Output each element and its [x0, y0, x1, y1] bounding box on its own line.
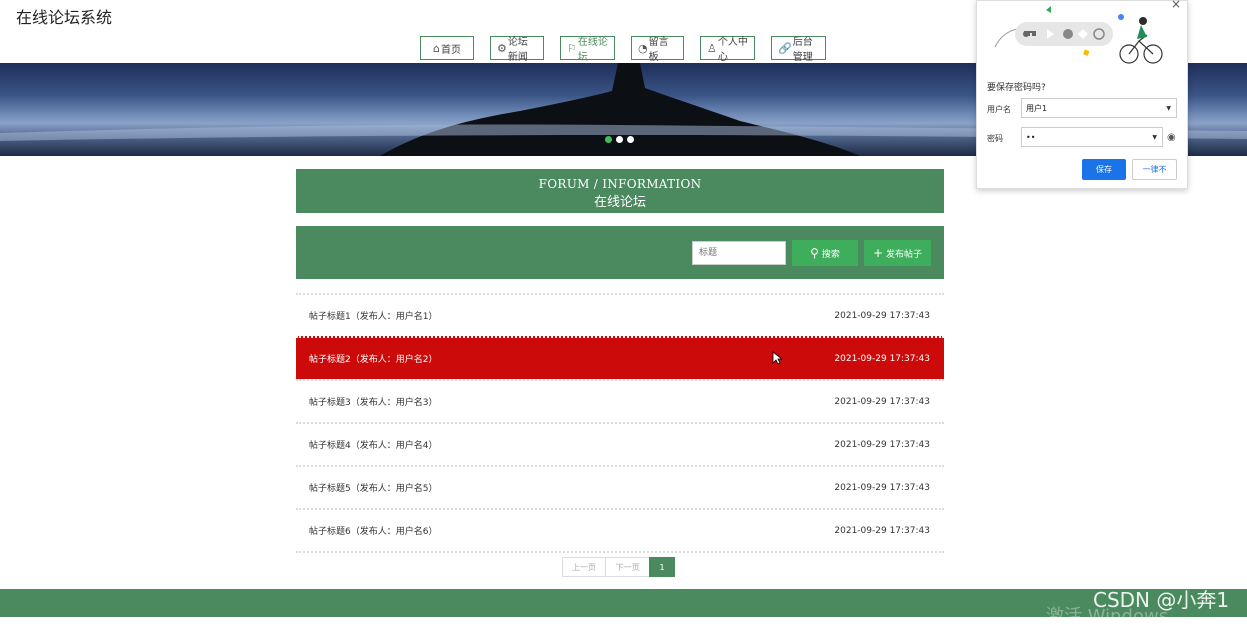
next-page-button[interactable]: 下一页	[605, 557, 650, 577]
caret-down-icon: ▼	[1166, 104, 1171, 112]
section-title-en: FORUM / INFORMATION	[538, 177, 702, 191]
plus-icon: +	[872, 246, 884, 260]
section-header: FORUM / INFORMATION 在线论坛	[296, 169, 944, 213]
list-divider	[296, 551, 944, 553]
post-title[interactable]: 帖子标题5（发布人：用户名5）	[309, 481, 437, 494]
search-button[interactable]: ⚲ 搜索	[792, 240, 858, 266]
link-icon: 🔗	[778, 41, 792, 55]
post-row[interactable]: 帖子标题3（发布人：用户名3） 2021-09-29 17:37:43	[296, 379, 944, 422]
publish-post-label: 发布帖子	[886, 249, 923, 260]
nav-item-label: 在线论坛	[577, 37, 608, 63]
csdn-watermark: CSDN @小奔1	[1093, 588, 1230, 612]
title-search-input[interactable]	[692, 241, 786, 265]
caret-down-icon: ▼	[1152, 133, 1157, 141]
post-title[interactable]: 帖子标题4（发布人：用户名4）	[309, 438, 437, 451]
post-row[interactable]: 帖子标题4（发布人：用户名4） 2021-09-29 17:37:43	[296, 422, 944, 465]
post-row[interactable]: 帖子标题1（发布人：用户名1） 2021-09-29 17:37:43	[296, 293, 944, 336]
post-list: 帖子标题1（发布人：用户名1） 2021-09-29 17:37:43 帖子标题…	[296, 293, 944, 553]
post-time: 2021-09-29 17:37:43	[834, 310, 930, 321]
eye-icon[interactable]: ◉	[1167, 132, 1176, 143]
save-password-title: 要保存密码吗?	[987, 83, 1046, 93]
nav-item-message-board[interactable]: ◔ 留言板	[631, 36, 684, 63]
current-page[interactable]: 1	[649, 557, 675, 577]
nav-item-label: 留言板	[648, 37, 669, 63]
carousel-dot-active[interactable]	[605, 136, 612, 143]
nav-item-forum-news[interactable]: ⚙ 论坛新闻	[490, 36, 544, 63]
search-button-label: 搜索	[821, 249, 840, 260]
nav-item-user-center[interactable]: ♙ 个人中心	[700, 36, 755, 63]
nav-item-label: 个人中心	[717, 37, 748, 63]
password-value: ••	[1026, 132, 1036, 142]
username-value: 用户1	[1026, 103, 1048, 113]
post-title[interactable]: 帖子标题1（发布人：用户名1）	[309, 309, 437, 322]
post-row-hovered[interactable]: 帖子标题2（发布人：用户名2） 2021-09-29 17:37:43	[296, 336, 944, 379]
post-time: 2021-09-29 17:37:43	[834, 439, 930, 450]
nav-item-label: 后台管理	[792, 37, 813, 63]
post-time: 2021-09-29 17:37:43	[834, 396, 930, 407]
publish-post-button[interactable]: + 发布帖子	[864, 240, 931, 266]
post-title[interactable]: 帖子标题2（发布人：用户名2）	[309, 352, 437, 365]
nav-item-admin[interactable]: 🔗 后台管理	[771, 36, 826, 63]
pagination: 上一页 下一页 1	[562, 557, 675, 577]
gear-icon: ⚙	[497, 41, 507, 55]
save-password-button[interactable]: 保存	[1082, 159, 1126, 180]
site-title: 在线论坛系统	[16, 8, 113, 27]
password-label: 密码	[987, 134, 1003, 143]
home-icon: ⌂	[433, 41, 440, 55]
carousel-dot[interactable]	[627, 136, 634, 143]
search-icon: ⚲	[810, 246, 819, 260]
gauge-icon: ◔	[638, 41, 648, 55]
main-nav: ⌂ 首页 ⚙ 论坛新闻 ⚐ 在线论坛 ◔ 留言板 ♙ 个人中心 🔗 后台管理	[420, 36, 826, 63]
post-title[interactable]: 帖子标题6（发布人：用户名6）	[309, 524, 437, 537]
nav-item-online-forum[interactable]: ⚐ 在线论坛	[560, 36, 615, 63]
save-password-dialog: × 要保存密码吗? 用户名 用户1 ▼ 密码 •• ▼ ◉ 保存 一律不	[976, 0, 1188, 189]
password-select[interactable]: •• ▼	[1021, 127, 1163, 147]
post-time: 2021-09-29 17:37:43	[834, 525, 930, 536]
section-title-cn: 在线论坛	[593, 195, 646, 210]
username-select[interactable]: 用户1 ▼	[1021, 98, 1177, 118]
nav-item-label: 论坛新闻	[507, 37, 528, 63]
never-save-button[interactable]: 一律不	[1132, 159, 1177, 180]
mouse-cursor-icon	[772, 351, 782, 365]
nav-item-label: 首页	[440, 44, 461, 56]
post-row[interactable]: 帖子标题6（发布人：用户名6） 2021-09-29 17:37:43	[296, 508, 944, 551]
post-title[interactable]: 帖子标题3（发布人：用户名3）	[309, 395, 437, 408]
post-row[interactable]: 帖子标题5（发布人：用户名5） 2021-09-29 17:37:43	[296, 465, 944, 508]
carousel-dot[interactable]	[616, 136, 623, 143]
username-label: 用户名	[987, 105, 1011, 114]
post-time: 2021-09-29 17:37:43	[834, 482, 930, 493]
nav-item-home[interactable]: ⌂ 首页	[420, 36, 474, 60]
user-icon: ♙	[707, 41, 717, 55]
flag-icon: ⚐	[567, 41, 577, 55]
prev-page-button[interactable]: 上一页	[562, 557, 606, 577]
search-bar: ⚲ 搜索 + 发布帖子	[296, 226, 944, 279]
carousel-dots	[605, 136, 634, 143]
password-illustration	[994, 6, 1163, 64]
post-time: 2021-09-29 17:37:43	[834, 353, 930, 364]
